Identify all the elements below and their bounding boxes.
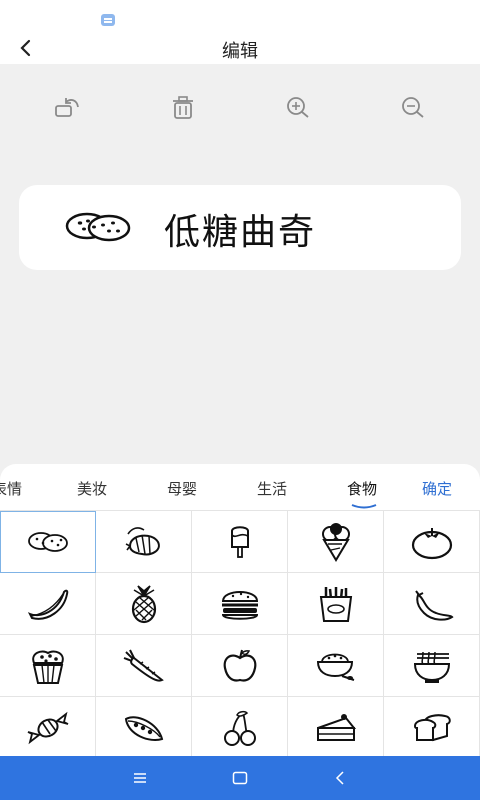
rotate-icon <box>55 98 79 117</box>
pineapple-icon <box>131 584 156 623</box>
preview-cookie-icon <box>63 207 133 247</box>
sticker-popsicle[interactable] <box>192 511 288 573</box>
zoom-in-button[interactable] <box>278 88 318 128</box>
sticker-ice-cream[interactable] <box>288 511 384 573</box>
tomato-icon <box>411 527 452 559</box>
popsicle-icon <box>230 525 249 558</box>
banana-icon <box>27 589 68 620</box>
confirm-button[interactable]: 确定 <box>422 478 452 499</box>
candy-icon <box>27 711 68 744</box>
zoom-in-icon <box>287 97 309 118</box>
rice-bowl-icon <box>316 653 354 681</box>
nav-back-button[interactable] <box>328 766 352 790</box>
edit-toolbar <box>0 88 480 128</box>
sticker-grid <box>0 510 480 756</box>
sticker-candy[interactable] <box>0 697 96 756</box>
cookie-icon <box>28 532 68 552</box>
trash-icon <box>173 96 193 119</box>
system-nav-bar <box>0 756 480 800</box>
nav-home-button[interactable] <box>228 766 252 790</box>
carrot-icon <box>123 649 164 682</box>
sticker-panel: 表情 美妆 母婴 生活 食物 确定 <box>0 464 480 756</box>
sticker-carrot[interactable] <box>96 635 192 697</box>
tab-meizhuang[interactable]: 美妆 <box>77 478 107 499</box>
chili-icon <box>414 589 454 621</box>
sticker-chili[interactable] <box>384 573 480 635</box>
category-tabs: 表情 美妆 母婴 生活 食物 确定 <box>0 464 480 510</box>
sticker-bread[interactable] <box>384 697 480 756</box>
sticker-fries[interactable] <box>288 573 384 635</box>
sticker-tomato[interactable] <box>384 511 480 573</box>
bread-icon <box>413 713 451 741</box>
sticker-apple[interactable] <box>192 635 288 697</box>
delete-button[interactable] <box>163 88 203 128</box>
rotate-button[interactable] <box>48 88 88 128</box>
status-bar <box>0 0 480 32</box>
burger-icon <box>221 590 258 620</box>
sticker-noodle-bowl[interactable] <box>384 635 480 697</box>
preview-text[interactable]: 低糖曲奇 <box>164 203 316 255</box>
active-tab-indicator <box>351 504 377 509</box>
zoom-out-icon <box>402 97 424 118</box>
back-triangle-icon <box>335 771 344 785</box>
tab-shiwu[interactable]: 食物 <box>347 478 377 499</box>
zoom-out-button[interactable] <box>393 88 433 128</box>
preview-card[interactable]: 低糖曲奇 <box>19 185 461 270</box>
shrimp-icon <box>125 526 160 555</box>
sticker-cherry[interactable] <box>192 697 288 756</box>
notification-app-icon <box>101 14 115 26</box>
apple-icon <box>223 649 256 682</box>
sticker-pineapple[interactable] <box>96 573 192 635</box>
cupcake-icon <box>31 649 64 684</box>
tab-muying[interactable]: 母婴 <box>167 478 197 499</box>
sticker-peapod[interactable] <box>96 697 192 756</box>
peapod-icon <box>124 715 163 741</box>
home-square-icon <box>232 771 248 785</box>
sticker-cake-slice[interactable] <box>288 697 384 756</box>
ice-cream-icon <box>321 522 350 562</box>
header: 编辑 <box>0 32 480 64</box>
tab-biaoqing[interactable]: 表情 <box>0 478 22 499</box>
cherry-icon <box>223 710 256 746</box>
page-title: 编辑 <box>222 41 258 62</box>
fries-icon <box>319 586 352 622</box>
sticker-burger[interactable] <box>192 573 288 635</box>
menu-icon <box>134 773 146 783</box>
sticker-rice-bowl[interactable] <box>288 635 384 697</box>
sticker-cookie[interactable] <box>0 511 96 573</box>
nav-menu-button[interactable] <box>128 766 152 790</box>
sticker-shrimp[interactable] <box>96 511 192 573</box>
sticker-cupcake[interactable] <box>0 635 96 697</box>
sticker-banana[interactable] <box>0 573 96 635</box>
cake-slice-icon <box>316 713 356 741</box>
tab-shenghuo[interactable]: 生活 <box>257 478 287 499</box>
noodle-bowl-icon <box>413 651 450 683</box>
